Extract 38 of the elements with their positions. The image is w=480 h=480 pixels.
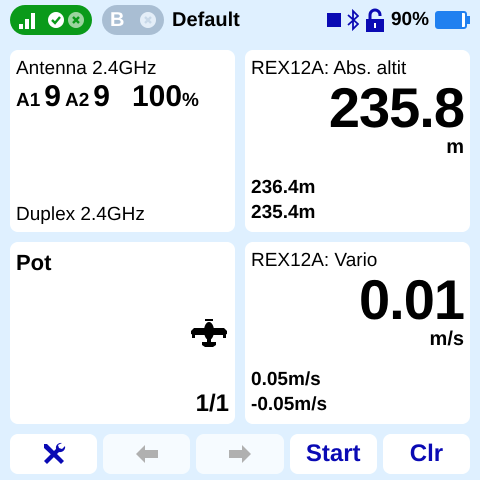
quality-value: 100: [132, 80, 182, 114]
sensor-unit: m: [446, 136, 464, 159]
rssi-value: 9: [44, 80, 61, 114]
widget-title: Pot: [16, 250, 52, 276]
sensor-unit: m/s: [430, 328, 464, 351]
max-value: 0.05m/s: [251, 368, 321, 392]
airplane-icon: [191, 318, 227, 348]
close-icon: [140, 12, 156, 28]
radio-status-pill[interactable]: [10, 5, 92, 35]
widget-title: Antenna 2.4GHz: [16, 58, 156, 80]
widget-panel[interactable]: REX12A: Abs. altit 235.8 m 236.4m 235.4m: [245, 50, 470, 232]
tools-button[interactable]: [10, 434, 98, 474]
close-icon: [68, 12, 84, 28]
left-arrow-icon: [136, 445, 158, 463]
check-icon: [48, 12, 64, 28]
widget-panel[interactable]: Antenna 2.4GHz A1 9 A2 9 100% Duplex 2.4GHz: [10, 50, 235, 232]
battery-percent: 90%: [390, 9, 429, 31]
sensor-value: 0.01: [359, 272, 464, 328]
widget-title: REX12A: Abs. altit: [251, 58, 406, 80]
widget-title: REX12A: Vario: [251, 250, 378, 272]
sensor-value: 235.8: [328, 80, 464, 136]
link-mode: Duplex 2.4GHz: [16, 204, 145, 226]
max-value: 236.4m: [251, 176, 316, 200]
min-value: 235.4m: [251, 201, 316, 226]
count-text: 1/1: [196, 390, 229, 418]
widget-panel[interactable]: Pot 1/1: [10, 242, 235, 424]
model-name: Default: [172, 8, 240, 32]
widget-panel[interactable]: REX12A: Vario 0.01 m/s 0.05m/s -0.05m/s: [245, 242, 470, 424]
right-arrow-icon: [229, 445, 251, 463]
action-button[interactable]: Clr: [382, 434, 470, 474]
square-icon: [326, 13, 341, 27]
rssi-label: A1: [16, 90, 40, 112]
rssi-value: 9: [93, 80, 110, 114]
quality-unit: %: [182, 90, 199, 112]
battery-icon: [435, 11, 470, 29]
action-button[interactable]: Start: [290, 434, 377, 474]
rssi-label: A2: [64, 90, 90, 112]
min-value: -0.05m/s: [251, 393, 328, 418]
